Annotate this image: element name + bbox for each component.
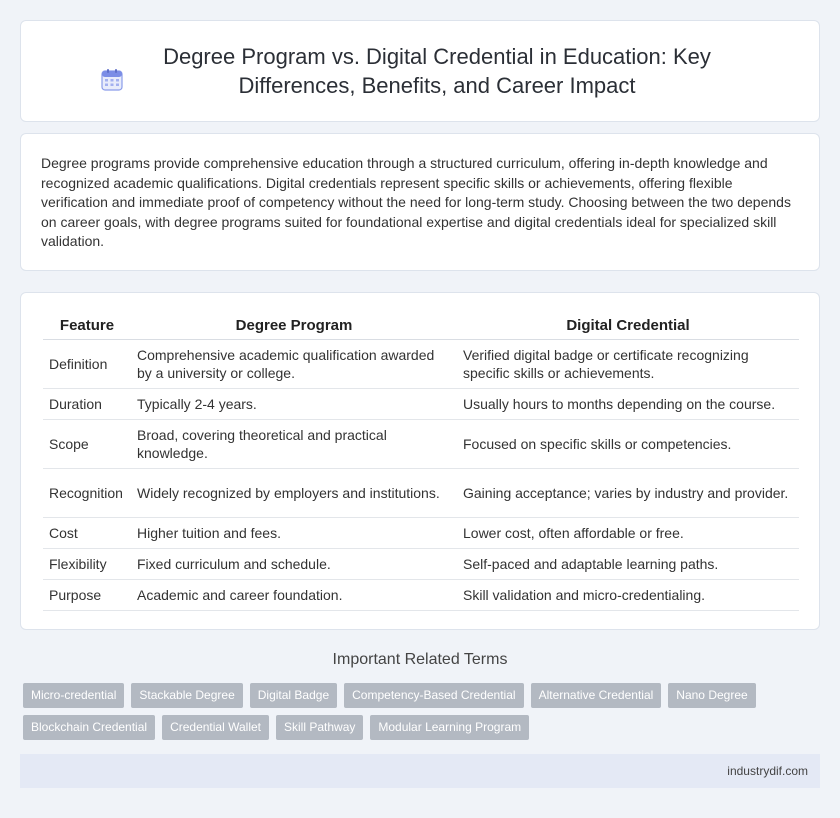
row-feature: Definition [43, 339, 131, 389]
tag-skill-pathway[interactable]: Skill Pathway [276, 715, 364, 740]
tag-alternative-credential[interactable]: Alternative Credential [530, 683, 662, 708]
table-row: Definition Comprehensive academic qualif… [43, 339, 799, 389]
row-credential-value: Focused on specific skills or competenci… [457, 419, 799, 469]
row-feature: Duration [43, 388, 131, 420]
footer-site-link[interactable]: industrydif.com [727, 764, 808, 778]
row-feature: Cost [43, 517, 131, 549]
table-row: Scope Broad, covering theoretical and pr… [43, 419, 799, 469]
header-digital-credential: Digital Credential [457, 313, 799, 340]
intro-card: Degree programs provide comprehensive ed… [20, 133, 820, 271]
row-credential-value: Gaining acceptance; varies by industry a… [457, 468, 799, 518]
tag-competency-based-credential[interactable]: Competency-Based Credential [344, 683, 524, 708]
row-feature: Scope [43, 419, 131, 469]
related-terms-tags: Micro-credential Stackable Degree Digita… [23, 683, 823, 747]
title-card: Degree Program vs. Digital Credential in… [20, 20, 820, 122]
row-credential-value: Verified digital badge or certificate re… [457, 339, 799, 389]
row-credential-value: Lower cost, often affordable or free. [457, 517, 799, 549]
tag-blockchain-credential[interactable]: Blockchain Credential [23, 715, 156, 740]
row-degree-value: Higher tuition and fees. [131, 517, 457, 549]
calendar-icon [101, 69, 123, 91]
related-terms-title: Important Related Terms [332, 651, 508, 668]
row-degree-value: Broad, covering theoretical and practica… [131, 419, 457, 469]
tag-modular-learning-program[interactable]: Modular Learning Program [370, 715, 530, 740]
tag-digital-badge[interactable]: Digital Badge [249, 683, 338, 708]
tag-stackable-degree[interactable]: Stackable Degree [131, 683, 243, 708]
row-feature: Flexibility [43, 548, 131, 580]
tag-credential-wallet[interactable]: Credential Wallet [162, 715, 269, 740]
row-degree-value: Comprehensive academic qualification awa… [131, 339, 457, 389]
table-row: Cost Higher tuition and fees. Lower cost… [43, 517, 799, 549]
page-title: Degree Program vs. Digital Credential in… [163, 44, 711, 98]
row-feature: Recognition [43, 468, 131, 518]
comparison-table: Feature Degree Program Digital Credentia… [43, 313, 799, 611]
header-feature: Feature [43, 313, 131, 340]
table-row: Duration Typically 2-4 years. Usually ho… [43, 388, 799, 420]
tag-micro-credential[interactable]: Micro-credential [23, 683, 125, 708]
table-row: Recognition Widely recognized by employe… [43, 468, 799, 518]
table-header-row: Feature Degree Program Digital Credentia… [43, 313, 799, 340]
row-credential-value: Self-paced and adaptable learning paths. [457, 548, 799, 580]
row-degree-value: Fixed curriculum and schedule. [131, 548, 457, 580]
header-degree-program: Degree Program [131, 313, 457, 340]
intro-text: Degree programs provide comprehensive ed… [41, 155, 791, 250]
row-degree-value: Typically 2-4 years. [131, 388, 457, 420]
table-row: Purpose Academic and career foundation. … [43, 579, 799, 611]
row-degree-value: Widely recognized by employers and insti… [131, 468, 457, 518]
row-degree-value: Academic and career foundation. [131, 579, 457, 611]
footer: industrydif.com [20, 754, 820, 788]
row-feature: Purpose [43, 579, 131, 611]
table-row: Flexibility Fixed curriculum and schedul… [43, 548, 799, 580]
row-credential-value: Usually hours to months depending on the… [457, 388, 799, 420]
comparison-table-card: Feature Degree Program Digital Credentia… [20, 292, 820, 630]
row-credential-value: Skill validation and micro-credentialing… [457, 579, 799, 611]
tag-nano-degree[interactable]: Nano Degree [668, 683, 756, 708]
